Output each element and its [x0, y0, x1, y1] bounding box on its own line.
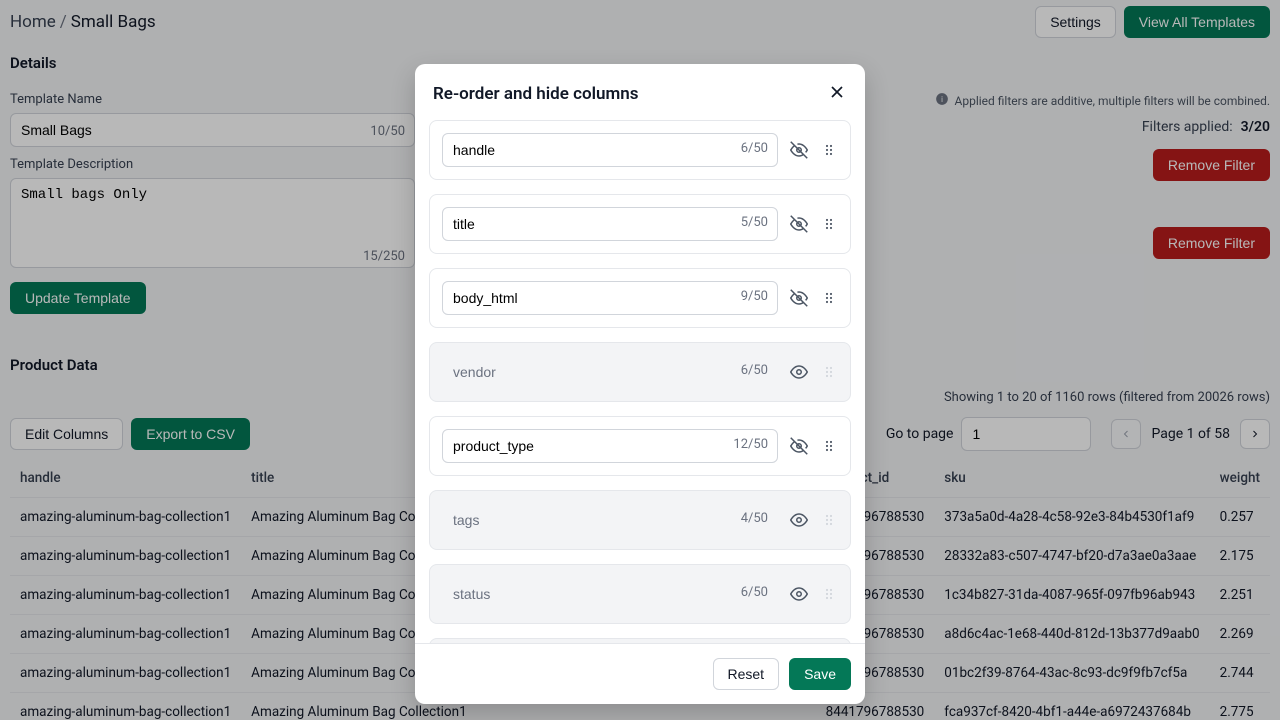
save-button[interactable]: Save	[789, 658, 851, 690]
drag-handle-icon[interactable]	[820, 141, 838, 159]
column-item: 4/50	[429, 490, 851, 550]
column-item: 9/50	[429, 268, 851, 328]
column-item: 12/50	[429, 416, 851, 476]
drag-handle-icon	[820, 363, 838, 381]
column-name-input[interactable]	[442, 281, 778, 315]
drag-handle-icon[interactable]	[820, 215, 838, 233]
column-name-input[interactable]	[442, 207, 778, 241]
column-item: 5/50	[429, 194, 851, 254]
eye-off-icon[interactable]	[790, 289, 808, 307]
close-icon[interactable]	[827, 82, 847, 106]
eye-icon[interactable]	[790, 363, 808, 381]
column-item: 6/50	[429, 564, 851, 624]
drag-handle-icon[interactable]	[820, 289, 838, 307]
drag-handle-icon[interactable]	[820, 437, 838, 455]
column-name-input[interactable]	[442, 133, 778, 167]
column-name-input	[442, 355, 778, 389]
eye-off-icon[interactable]	[790, 215, 808, 233]
eye-off-icon[interactable]	[790, 437, 808, 455]
column-name-input	[442, 503, 778, 537]
reorder-columns-modal: Re-order and hide columns 6/50 5/50 9/50 6/…	[415, 64, 865, 704]
reset-button[interactable]: Reset	[713, 658, 780, 690]
column-item: 6/50	[429, 120, 851, 180]
column-item: 6/50	[429, 342, 851, 402]
eye-off-icon[interactable]	[790, 141, 808, 159]
column-name-input[interactable]	[442, 429, 778, 463]
drag-handle-icon	[820, 585, 838, 603]
eye-icon[interactable]	[790, 511, 808, 529]
drag-handle-icon	[820, 511, 838, 529]
modal-title: Re-order and hide columns	[433, 84, 827, 104]
eye-icon[interactable]	[790, 585, 808, 603]
column-name-input	[442, 577, 778, 611]
